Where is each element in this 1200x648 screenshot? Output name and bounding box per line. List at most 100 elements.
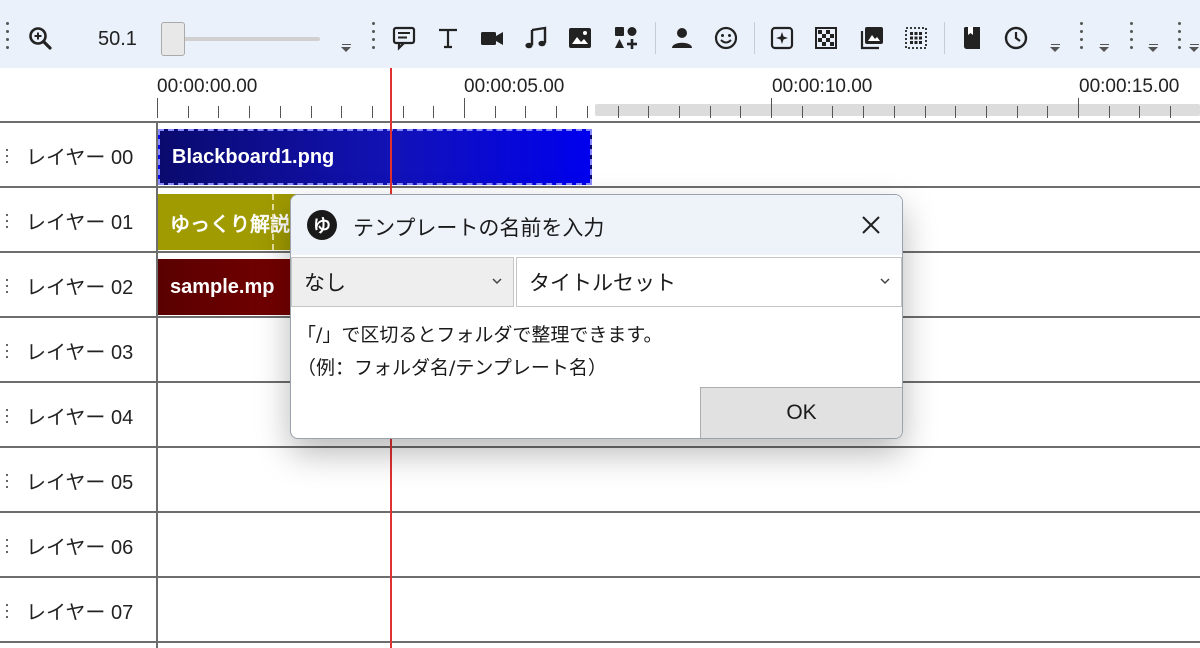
row-divider: [0, 446, 1200, 448]
ruler-tick: [985, 106, 987, 118]
ruler-tick: [1108, 106, 1110, 118]
ruler-tick: [464, 98, 465, 118]
layer-header[interactable]: レイヤー 03: [0, 318, 157, 383]
clock-icon[interactable]: [1000, 18, 1032, 58]
ruler-tick: [187, 106, 189, 118]
clip-label: sample.mp: [170, 275, 275, 298]
row-divider: [0, 641, 1200, 643]
toolbar-grip[interactable]: [6, 22, 10, 52]
layer-grip[interactable]: [0, 537, 14, 555]
smiley-icon[interactable]: [710, 18, 742, 58]
toolbar-separator: [754, 22, 755, 54]
zoom-value: 50.1: [98, 28, 137, 50]
zoom-icon[interactable]: [24, 18, 56, 58]
close-button[interactable]: [853, 209, 889, 241]
close-icon: [862, 216, 880, 234]
music-icon[interactable]: [520, 18, 552, 58]
layer-name: レイヤー 07: [26, 602, 134, 624]
ruler-tick: [310, 106, 312, 118]
effect-add-icon[interactable]: [766, 18, 798, 58]
ruler-tick: [1016, 106, 1018, 118]
overflow-dropdown-icon[interactable]: [1147, 44, 1159, 56]
layer-header[interactable]: レイヤー 00: [0, 123, 157, 188]
layer-grip[interactable]: [0, 472, 14, 490]
toolbar-grip[interactable]: [1178, 22, 1182, 52]
zoom-slider-track[interactable]: [168, 37, 320, 41]
ruler-tick: [1078, 98, 1079, 118]
pattern-icon[interactable]: [810, 18, 842, 58]
dialog-titlebar[interactable]: ゆ テンプレートの名前を入力: [291, 195, 902, 255]
video-icon[interactable]: [476, 18, 508, 58]
layer-header[interactable]: レイヤー 05: [0, 448, 157, 513]
dialog-title: テンプレートの名前を入力: [353, 216, 605, 240]
ruler-tick: [1047, 106, 1049, 118]
ok-button[interactable]: OK: [700, 387, 902, 438]
layer-name: レイヤー 01: [26, 212, 134, 234]
layer-grip[interactable]: [0, 407, 14, 425]
timeline-clip[interactable]: Blackboard1.png: [158, 129, 592, 185]
toolbar-grip[interactable]: [1130, 22, 1134, 52]
layer-header[interactable]: レイヤー 06: [0, 513, 157, 578]
shapes-add-icon[interactable]: [610, 18, 642, 58]
overflow-dropdown-icon[interactable]: [1188, 44, 1200, 56]
toolbar-grip[interactable]: [1080, 22, 1084, 52]
layer-grip[interactable]: [0, 602, 14, 620]
ruler-tick: [218, 106, 220, 118]
app-icon: ゆ: [307, 210, 337, 240]
layer-name: レイヤー 06: [26, 537, 134, 559]
layer-header[interactable]: レイヤー 07: [0, 578, 157, 643]
time-label: 00:00:15.00: [1079, 76, 1180, 97]
ruler-tick: [678, 106, 680, 118]
layer-grip[interactable]: [0, 147, 14, 165]
zoom-slider-thumb[interactable]: [161, 22, 185, 56]
layer-header[interactable]: レイヤー 04: [0, 383, 157, 448]
grid-icon[interactable]: [900, 18, 932, 58]
layer-name: レイヤー 00: [26, 147, 134, 169]
toolbar-grip[interactable]: [372, 22, 376, 52]
folder-select-value: なし: [304, 271, 346, 295]
template-name-select[interactable]: タイトルセット: [516, 257, 902, 307]
overflow-dropdown-icon[interactable]: [340, 44, 352, 56]
folder-select[interactable]: なし: [291, 257, 514, 307]
clip-label: Blackboard1.png: [172, 145, 335, 168]
person-icon[interactable]: [666, 18, 698, 58]
time-ruler[interactable]: 00:00:00.00 00:00:05.00 00:00:10.00 00:0…: [157, 68, 1200, 123]
layer-header[interactable]: レイヤー 02: [0, 253, 157, 318]
layer-grip[interactable]: [0, 212, 14, 230]
ruler-tick: [893, 106, 895, 118]
image-layers-icon[interactable]: [856, 18, 888, 58]
ruler-tick: [433, 106, 435, 118]
toolbar-separator: [655, 22, 656, 54]
ruler-tick: [1170, 106, 1172, 118]
ruler-tick: [771, 98, 772, 118]
ruler-tick: [586, 106, 588, 118]
ruler-tick: [556, 106, 558, 118]
layer-name: レイヤー 04: [26, 407, 134, 429]
overflow-dropdown-icon[interactable]: [1098, 44, 1110, 56]
ruler-tick: [617, 106, 619, 118]
ruler-tick: [709, 106, 711, 118]
chevron-down-icon: [880, 278, 890, 285]
overflow-dropdown-icon[interactable]: [1049, 44, 1061, 56]
layer-grip[interactable]: [0, 277, 14, 295]
clip-split-marker: [272, 194, 276, 250]
text-icon[interactable]: [432, 18, 464, 58]
hint-text: 「/」で区切るとフォルダで整理できます。: [297, 324, 663, 346]
ruler-tick: [924, 106, 926, 118]
ruler-tick: [525, 106, 527, 118]
template-name-dialog: ゆ テンプレートの名前を入力 なし タイトルセット 「/」で区切るとフォルダで整…: [290, 194, 903, 439]
ruler-tick: [371, 106, 373, 118]
layer-name: レイヤー 05: [26, 472, 134, 494]
ruler-tick: [249, 106, 251, 118]
row-divider: [0, 186, 1200, 188]
image-icon[interactable]: [564, 18, 596, 58]
ruler-tick: [1139, 106, 1141, 118]
bookmark-icon[interactable]: [956, 18, 988, 58]
template-name-value: タイトルセット: [529, 271, 676, 295]
row-divider: [0, 511, 1200, 513]
time-label: 00:00:10.00: [772, 76, 873, 97]
layer-grip[interactable]: [0, 342, 14, 360]
layer-name: レイヤー 03: [26, 342, 134, 364]
comment-icon[interactable]: [388, 18, 420, 58]
layer-header[interactable]: レイヤー 01: [0, 188, 157, 253]
